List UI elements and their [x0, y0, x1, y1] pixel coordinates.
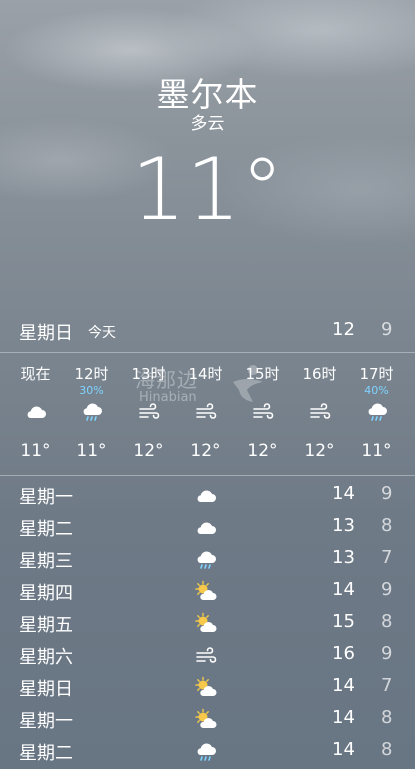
precip-chance: 30%	[79, 384, 104, 397]
hour-temp: 12°	[133, 441, 164, 461]
rain-icon	[197, 551, 216, 569]
rain-icon	[368, 403, 387, 421]
day-row: 星期四 14 9	[0, 576, 415, 608]
hour-time: 16时	[302, 365, 337, 383]
watermark-text: 海那边	[135, 368, 198, 392]
day-low: 8	[381, 515, 393, 536]
day-high: 16	[332, 643, 355, 664]
day-name: 星期五	[19, 615, 73, 636]
partly-sunny-icon	[195, 676, 217, 696]
hour-item: 17时 40% 11°	[348, 355, 405, 473]
day-high: 14	[332, 707, 355, 728]
day-low: 8	[381, 707, 393, 728]
hour-temp: 11°	[361, 441, 392, 461]
today-low: 9	[381, 319, 393, 340]
day-row: 星期一 14 8	[0, 704, 415, 736]
day-high: 14	[332, 579, 355, 600]
weather-condition: 多云	[190, 114, 225, 134]
partly-sunny-icon	[195, 708, 217, 728]
rain-icon	[83, 403, 102, 421]
current-temperature: 11°	[131, 140, 284, 240]
day-name: 星期六	[19, 647, 73, 668]
day-row: 星期五 15 8	[0, 608, 415, 640]
day-row: 星期日 14 7	[0, 672, 415, 704]
day-low: 7	[381, 675, 393, 696]
runner-logo-icon	[233, 365, 263, 402]
cloud-icon	[27, 406, 46, 418]
partly-sunny-icon	[195, 580, 217, 600]
day-high: 14	[332, 483, 355, 504]
day-row: 星期六 16 9	[0, 640, 415, 672]
day-low: 9	[381, 483, 393, 504]
hour-temp: 11°	[20, 441, 51, 461]
day-name: 星期日	[19, 679, 73, 700]
wind-icon	[310, 403, 331, 419]
watermark-subtext: Hinabian	[139, 390, 197, 405]
hour-item: 16时 12°	[291, 355, 348, 473]
day-high: 14	[332, 675, 355, 696]
hour-time: 现在	[20, 365, 51, 383]
cloud-icon	[197, 490, 216, 502]
day-low: 8	[381, 739, 393, 760]
hour-time: 17时	[359, 365, 394, 383]
hour-item: 12时 30% 11°	[63, 355, 120, 473]
day-low: 8	[381, 611, 393, 632]
day-row: 星期一 14 9	[0, 480, 415, 512]
cloud-icon	[197, 522, 216, 534]
day-name: 星期四	[19, 583, 73, 604]
day-name: 星期一	[19, 487, 73, 508]
hour-temp: 11°	[76, 441, 107, 461]
day-high: 13	[332, 515, 355, 536]
day-low: 9	[381, 643, 393, 664]
hour-temp: 12°	[247, 441, 278, 461]
day-row: 星期二 14 8	[0, 736, 415, 768]
day-low: 7	[381, 547, 393, 568]
day-name: 星期二	[19, 743, 73, 764]
hour-item: 现在 11°	[7, 355, 64, 473]
day-row: 星期三 13 7	[0, 544, 415, 576]
today-row: 星期日 今天 12 9	[0, 315, 415, 351]
day-high: 15	[332, 611, 355, 632]
hour-time: 12时	[74, 365, 109, 383]
hour-temp: 12°	[304, 441, 335, 461]
divider	[0, 352, 415, 353]
today-day: 星期日	[19, 323, 73, 344]
day-low: 9	[381, 579, 393, 600]
rain-icon	[197, 743, 216, 761]
hour-temp: 12°	[190, 441, 221, 461]
day-high: 13	[332, 547, 355, 568]
partly-sunny-icon	[195, 612, 217, 632]
today-high: 12	[332, 319, 355, 340]
day-name: 星期二	[19, 519, 73, 540]
wind-icon	[196, 647, 217, 663]
day-high: 14	[332, 739, 355, 760]
day-name: 星期一	[19, 711, 73, 732]
day-name: 星期三	[19, 551, 73, 572]
day-row: 星期二 13 8	[0, 512, 415, 544]
precip-chance: 40%	[364, 384, 389, 397]
today-label: 今天	[88, 325, 116, 341]
watermark: 海那边 Hinabian	[135, 362, 285, 412]
divider	[0, 475, 415, 476]
